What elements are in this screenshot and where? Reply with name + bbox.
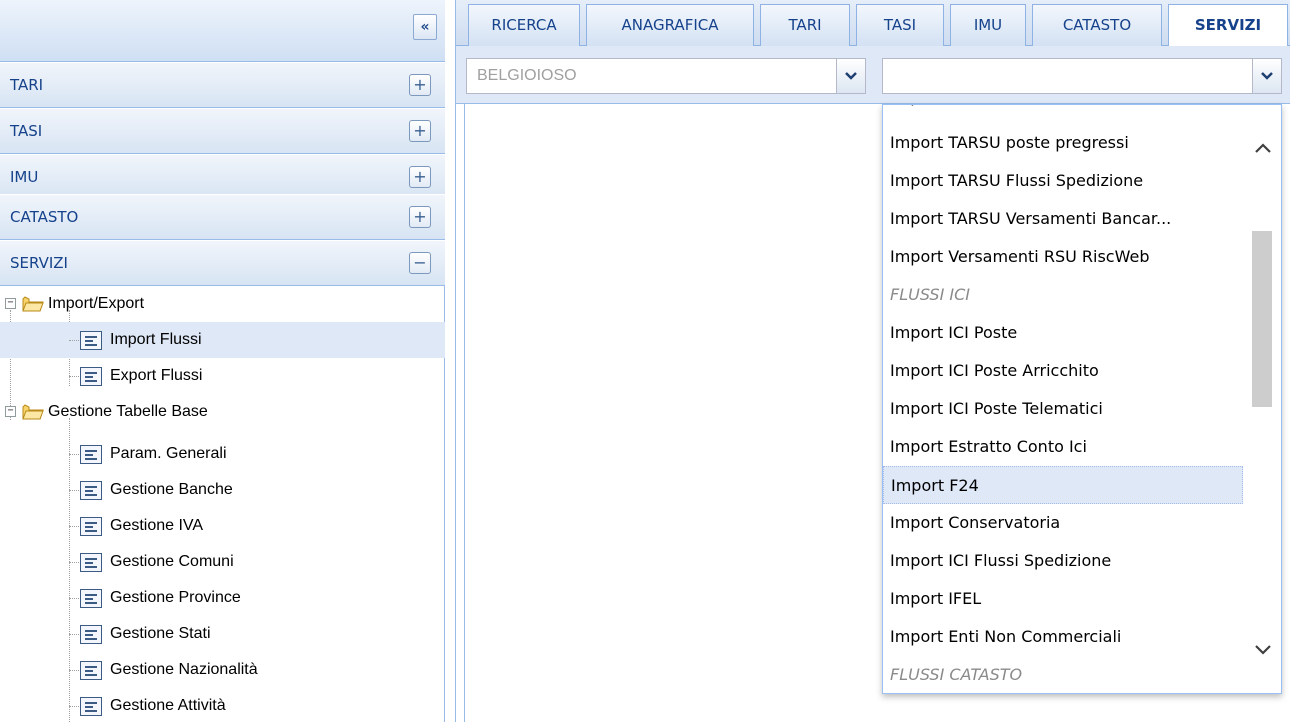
dropdown-option[interactable]: Import IFEL [883,580,1243,618]
tree-item-label: Gestione Attività [110,697,226,714]
form-icon [80,625,102,644]
form-icon [80,445,102,464]
tree-item-param-generali[interactable]: Param. Generali [0,436,445,472]
expand-icon[interactable]: + [409,120,431,142]
scrollbar-thumb[interactable] [1252,231,1272,407]
tree-folder-import-export[interactable]: − Import/Export [0,286,445,322]
tree-folder-label: Gestione Tabelle Base [48,403,208,420]
collapse-panel-button[interactable]: « [413,14,437,40]
dropdown-option[interactable]: Import TARSU Flussi Spedizione [883,162,1243,200]
tree-folder-label: Import/Export [48,295,145,312]
dropdown-scrollbar[interactable] [1245,105,1281,693]
tree-item-label: Gestione Stati [110,625,211,642]
form-icon [80,367,102,386]
dropdown-option[interactable]: Import Estratto Conto Ici [883,428,1243,466]
comune-select[interactable]: BELGIOIOSO [466,58,866,94]
comune-select-value: BELGIOIOSO [477,67,577,84]
form-icon [80,331,102,350]
form-icon [80,697,102,716]
dropdown-group-header: FLUSSI CATASTO [890,665,1023,684]
accordion-servizi[interactable]: SERVIZI − [0,240,445,286]
tree-item-gestione-comuni[interactable]: Gestione Comuni [0,544,445,580]
tree-item-label: Param. Generali [110,445,227,462]
form-icon [80,517,102,536]
dropdown-group-header: FLUSSI ICI [890,285,970,304]
accordion-title: SERVIZI [10,254,68,272]
tab-catasto[interactable]: CATASTO [1032,4,1162,46]
tree-item-gestione-province[interactable]: Gestione Province [0,580,445,616]
dropdown-option[interactable]: Import ICI Poste [883,314,1243,352]
tree-item-gestione-iva[interactable]: Gestione IVA [0,508,445,544]
flusso-dropdown-list: Import Estratto Conto Tarsu Import TARSU… [882,104,1282,694]
form-icon [80,481,102,500]
main-area: RICERCA ANAGRAFICA TARI TASI IMU CATASTO… [455,0,1290,722]
tree-item-label: Gestione Comuni [110,553,234,570]
folder-open-icon [22,296,44,312]
tree-item-label: Gestione IVA [110,517,204,534]
filter-toolbar: BELGIOIOSO [456,46,1290,104]
dropdown-option[interactable]: Import TARSU Versamenti Bancar... [883,200,1243,238]
accordion-title: TARI [10,76,44,94]
content-area [464,104,882,722]
chevron-up-icon[interactable] [1253,141,1273,155]
dropdown-option[interactable]: Import ICI Poste Telematici [883,390,1243,428]
tab-anagrafica[interactable]: ANAGRAFICA [586,4,754,46]
tab-strip: RICERCA ANAGRAFICA TARI TASI IMU CATASTO… [456,0,1290,47]
chevron-down-icon [845,72,857,80]
form-icon [80,553,102,572]
chevron-down-icon [1261,72,1273,80]
tab-tari[interactable]: TARI [760,4,850,46]
tree-item-gestione-banche[interactable]: Gestione Banche [0,472,445,508]
services-tree: − Import/Export Import Flussi Export Flu… [0,286,445,722]
chevron-down-icon[interactable] [1253,643,1273,657]
flusso-select-trigger[interactable] [1252,58,1282,94]
panel-header: « [0,0,445,62]
tab-tasi[interactable]: TASI [856,4,944,46]
tree-folder-gestione-tabelle-base[interactable]: − Gestione Tabelle Base [0,394,445,430]
tree-item-gestione-nazionalita[interactable]: Gestione Nazionalità [0,652,445,688]
dropdown-option[interactable]: Import Enti Non Commerciali [883,618,1243,656]
folder-open-icon [22,404,44,420]
dropdown-option-highlighted[interactable]: Import F24 [883,466,1243,504]
form-icon [80,589,102,608]
tree-item-label: Gestione Nazionalità [110,661,258,678]
tree-item-gestione-attivita[interactable]: Gestione Attività [0,688,445,722]
tree-item-label: Gestione Banche [110,481,233,498]
tree-item-label: Gestione Province [110,589,241,606]
tree-item-label: Import Flussi [110,331,202,348]
expand-icon[interactable]: + [409,166,431,188]
tab-servizi[interactable]: SERVIZI [1168,4,1288,47]
dropdown-option[interactable]: Import Versamenti RSU RiscWeb [883,238,1243,276]
accordion-title: IMU [10,168,39,186]
accordion-tari[interactable]: TARI + [0,62,445,108]
navigation-panel: « TARI + TASI + IMU + CATASTO + SERVIZI … [0,0,445,722]
tree-item-gestione-stati[interactable]: Gestione Stati [0,616,445,652]
flusso-select[interactable] [882,58,1282,94]
tab-ricerca[interactable]: RICERCA [468,4,580,46]
dropdown-option[interactable]: Import ICI Flussi Spedizione [883,542,1243,580]
accordion-title: TASI [10,122,43,140]
dropdown-option-partial[interactable]: Import Estratto Conto Tarsu [883,105,1243,116]
tree-item-import-flussi[interactable]: Import Flussi [0,322,445,358]
collapse-icon[interactable]: − [409,252,431,274]
expand-icon[interactable]: + [409,74,431,96]
comune-select-trigger[interactable] [836,58,866,94]
accordion-title: CATASTO [10,208,79,226]
tab-imu[interactable]: IMU [950,4,1026,46]
tree-item-export-flussi[interactable]: Export Flussi [0,358,445,394]
tree-collapse-icon[interactable]: − [5,406,16,417]
form-icon [80,661,102,680]
expand-icon[interactable]: + [409,206,431,228]
accordion-tasi[interactable]: TASI + [0,108,445,154]
tree-collapse-icon[interactable]: − [5,298,16,309]
dropdown-option[interactable]: Import ICI Poste Arricchito [883,352,1243,390]
dropdown-option[interactable]: Import Conservatoria [883,504,1243,542]
tree-item-label: Export Flussi [110,367,203,384]
accordion-catasto[interactable]: CATASTO + [0,194,445,240]
dropdown-option[interactable]: Import TARSU poste pregressi [883,124,1243,162]
double-chevron-left-icon: « [420,19,430,35]
